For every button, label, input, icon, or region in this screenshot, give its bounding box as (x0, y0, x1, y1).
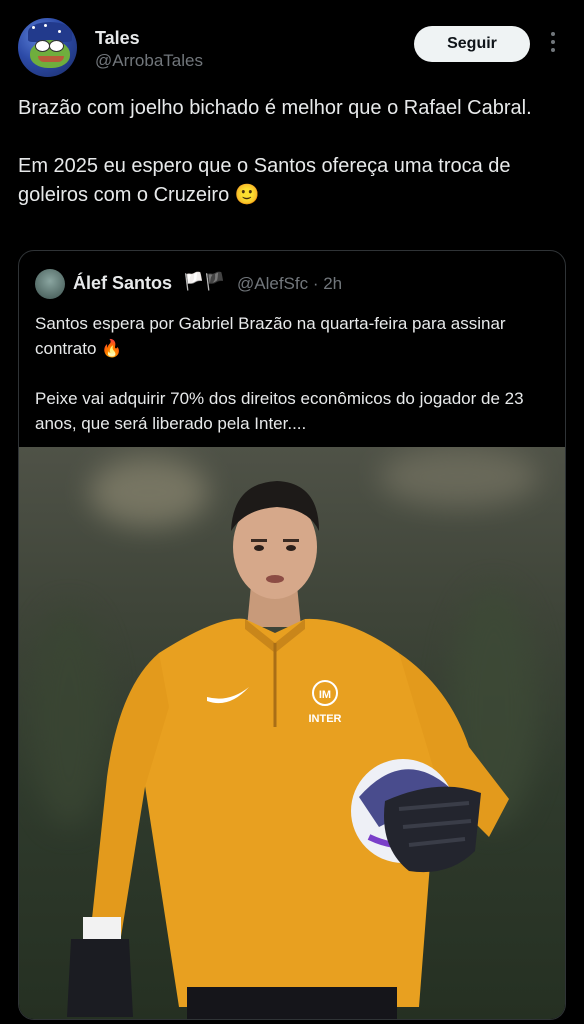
quoted-author-avatar (35, 269, 65, 299)
quoted-photo[interactable]: IM INTER (19, 447, 565, 1019)
svg-text:IM: IM (319, 689, 331, 701)
quoted-author-name: Álef Santos (73, 273, 173, 293)
tweet-paragraph: Brazão com joelho bichado é melhor que o… (18, 97, 532, 119)
follow-button[interactable]: Seguir (414, 26, 530, 62)
quoted-paragraph: Santos espera por Gabriel Brazão na quar… (35, 314, 506, 358)
goalkeeper-illustration: IM INTER (67, 481, 509, 1019)
avatar-star (32, 26, 35, 29)
quoted-tweet[interactable]: Álef Santos 🏳️🏴 @AlefSfc · 2h Santos esp… (18, 250, 566, 1020)
avatar-star (44, 24, 47, 27)
quoted-paragraph: Peixe vai adquirir 70% dos direitos econ… (35, 389, 524, 433)
quoted-handle-time: @AlefSfc · 2h (237, 274, 343, 293)
tweet-header: Tales @ArrobaTales Seguir (18, 18, 566, 82)
tweet-paragraph: Em 2025 eu espero que o Santos ofereça u… (18, 155, 511, 206)
author-handle[interactable]: @ArrobaTales (95, 51, 203, 71)
avatar-mouth (38, 56, 64, 62)
more-vertical-icon[interactable] (548, 32, 558, 56)
author-name[interactable]: Tales (95, 28, 140, 49)
inter-crest-text: INTER (309, 713, 342, 725)
avatar-eye (49, 40, 64, 52)
author-avatar[interactable] (18, 18, 77, 77)
quoted-text: Santos espera por Gabriel Brazão na quar… (35, 311, 551, 436)
tweet-text: Brazão com joelho bichado é melhor que o… (18, 94, 566, 210)
flag-emojis: 🏳️🏴 (183, 272, 226, 291)
avatar-hat (28, 22, 72, 42)
avatar-eye (35, 40, 50, 52)
avatar-star (58, 30, 61, 33)
